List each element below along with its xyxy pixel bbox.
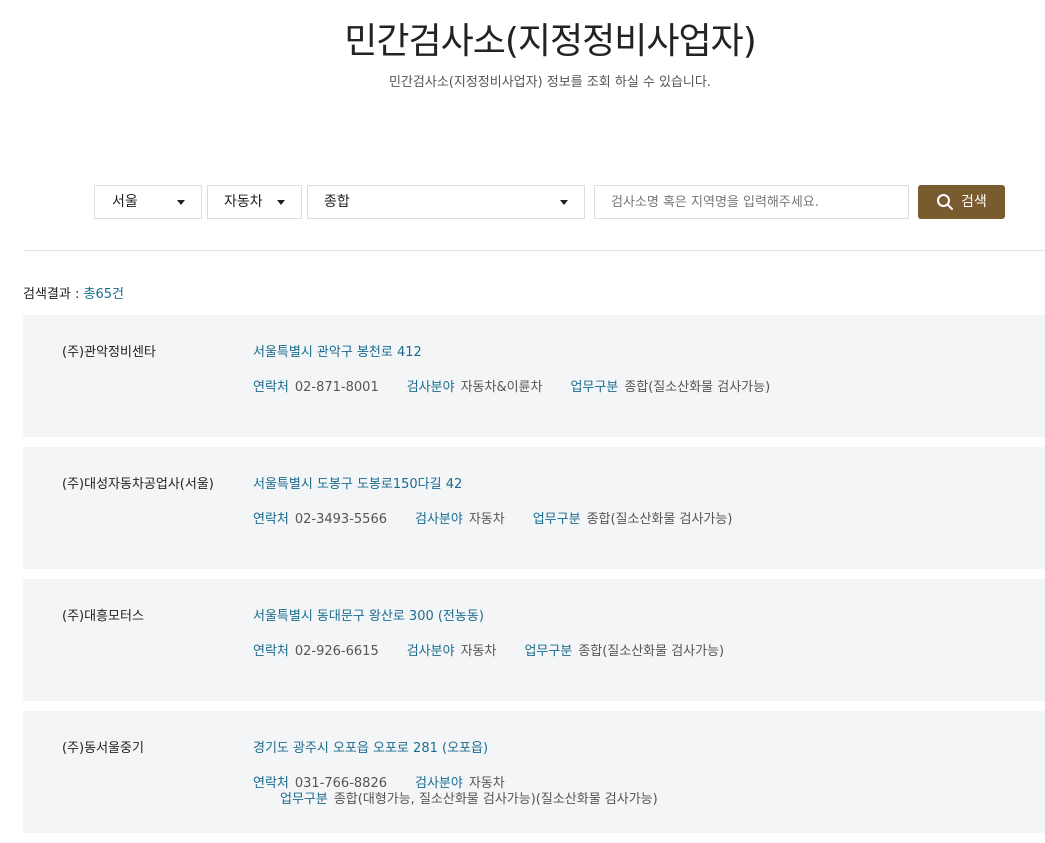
shop-name: (주)관악정비센타: [62, 345, 156, 360]
shop-name: (주)대성자동차공업사(서울): [62, 477, 214, 492]
search-button[interactable]: 검색: [918, 185, 1005, 219]
result-list: (주)관악정비센타 서울특별시 관악구 봉천로 412 연락처 02-871-80…: [23, 315, 1045, 843]
search-icon: [936, 193, 954, 215]
contact-label: 연락처: [253, 512, 289, 527]
contact-value: 02-3493-5566: [294, 512, 387, 527]
chevron-down-icon: [560, 200, 568, 205]
shop-info-row: 업무구분 종합(대형가능, 질소산화물 검사가능)(질소산화물 검사가능): [280, 791, 686, 809]
contact-value: 02-926-6615: [294, 644, 379, 659]
vehicle-type-select[interactable]: 자동차: [207, 185, 302, 219]
page-subtitle: 민간검사소(지정정비사업자) 정보를 조회 하실 수 있습니다.: [389, 75, 711, 90]
contact-label: 연락처: [253, 776, 289, 791]
shop-name: (주)대흥모터스: [62, 609, 144, 624]
field-value: 자동차: [460, 644, 497, 659]
field-value: 자동차&이륜차: [460, 380, 543, 395]
list-item[interactable]: (주)대흥모터스 서울특별시 동대문구 왕산로 300 (전농동) 연락처 02-…: [23, 579, 1045, 701]
contact-label: 연락처: [253, 380, 289, 395]
shop-address[interactable]: 서울특별시 동대문구 왕산로 300 (전농동): [253, 608, 484, 626]
result-count-value: 총65건: [83, 287, 124, 302]
result-count-label: 검색결과 :: [23, 287, 84, 302]
list-item[interactable]: (주)대성자동차공업사(서울) 서울특별시 도봉구 도봉로150다길 42 연락…: [23, 447, 1045, 569]
business-label: 업무구분: [524, 644, 573, 659]
field-label: 검사분야: [406, 644, 455, 659]
chevron-down-icon: [277, 200, 285, 205]
business-value: 종합(대형가능, 질소산화물 검사가능)(질소산화물 검사가능): [333, 792, 658, 807]
shop-address[interactable]: 서울특별시 관악구 봉천로 412: [253, 344, 422, 362]
contact-value: 02-871-8001: [294, 380, 379, 395]
page-title: 민간검사소(지정정비사업자): [344, 21, 757, 62]
search-button-label: 검색: [961, 194, 987, 210]
region-select-value: 서울: [112, 194, 138, 210]
field-label: 검사분야: [414, 776, 463, 791]
contact-label: 연락처: [253, 644, 289, 659]
list-item[interactable]: (주)관악정비센타 서울특별시 관악구 봉천로 412 연락처 02-871-80…: [23, 315, 1045, 437]
field-value: 자동차: [468, 512, 505, 527]
field-value: 자동차: [468, 776, 505, 791]
search-input[interactable]: [594, 185, 909, 219]
business-label: 업무구분: [570, 380, 619, 395]
divider: [23, 250, 1045, 251]
field-label: 검사분야: [414, 512, 463, 527]
business-type-select-value: 종합: [324, 194, 350, 210]
chevron-down-icon: [177, 200, 185, 205]
business-value: 종합(질소산화물 검사가능): [578, 644, 725, 659]
shop-info-row: 연락처 02-3493-5566 검사분야 자동차 업무구분 종합(질소산화물 검사가능): [253, 511, 760, 529]
shop-address[interactable]: 경기도 광주시 오포읍 오포로 281 (오포읍): [253, 740, 488, 758]
vehicle-type-select-value: 자동차: [224, 194, 263, 210]
list-item[interactable]: (주)동서울중기 경기도 광주시 오포읍 오포로 281 (오포읍) 연락처 03…: [23, 711, 1045, 833]
shop-address[interactable]: 서울특별시 도봉구 도봉로150다길 42: [253, 476, 462, 494]
business-type-select[interactable]: 종합: [307, 185, 585, 219]
shop-info-row: 연락처 02-926-6615 검사분야 자동차 업무구분 종합(질소산화물 검사가능): [253, 643, 752, 661]
business-value: 종합(질소산화물 검사가능): [624, 380, 771, 395]
region-select[interactable]: 서울: [94, 185, 202, 219]
business-label: 업무구분: [532, 512, 581, 527]
business-value: 종합(질소산화물 검사가능): [586, 512, 733, 527]
shop-name: (주)동서울중기: [62, 741, 144, 756]
field-label: 검사분야: [406, 380, 455, 395]
contact-value: 031-766-8826: [294, 776, 387, 791]
result-count: 검색결과 : 총65건: [23, 286, 124, 304]
shop-info-row: 연락처 02-871-8001 검사분야 자동차&이륜차 업무구분 종합(질소산화물 검사…: [253, 379, 798, 397]
business-label: 업무구분: [280, 792, 328, 807]
